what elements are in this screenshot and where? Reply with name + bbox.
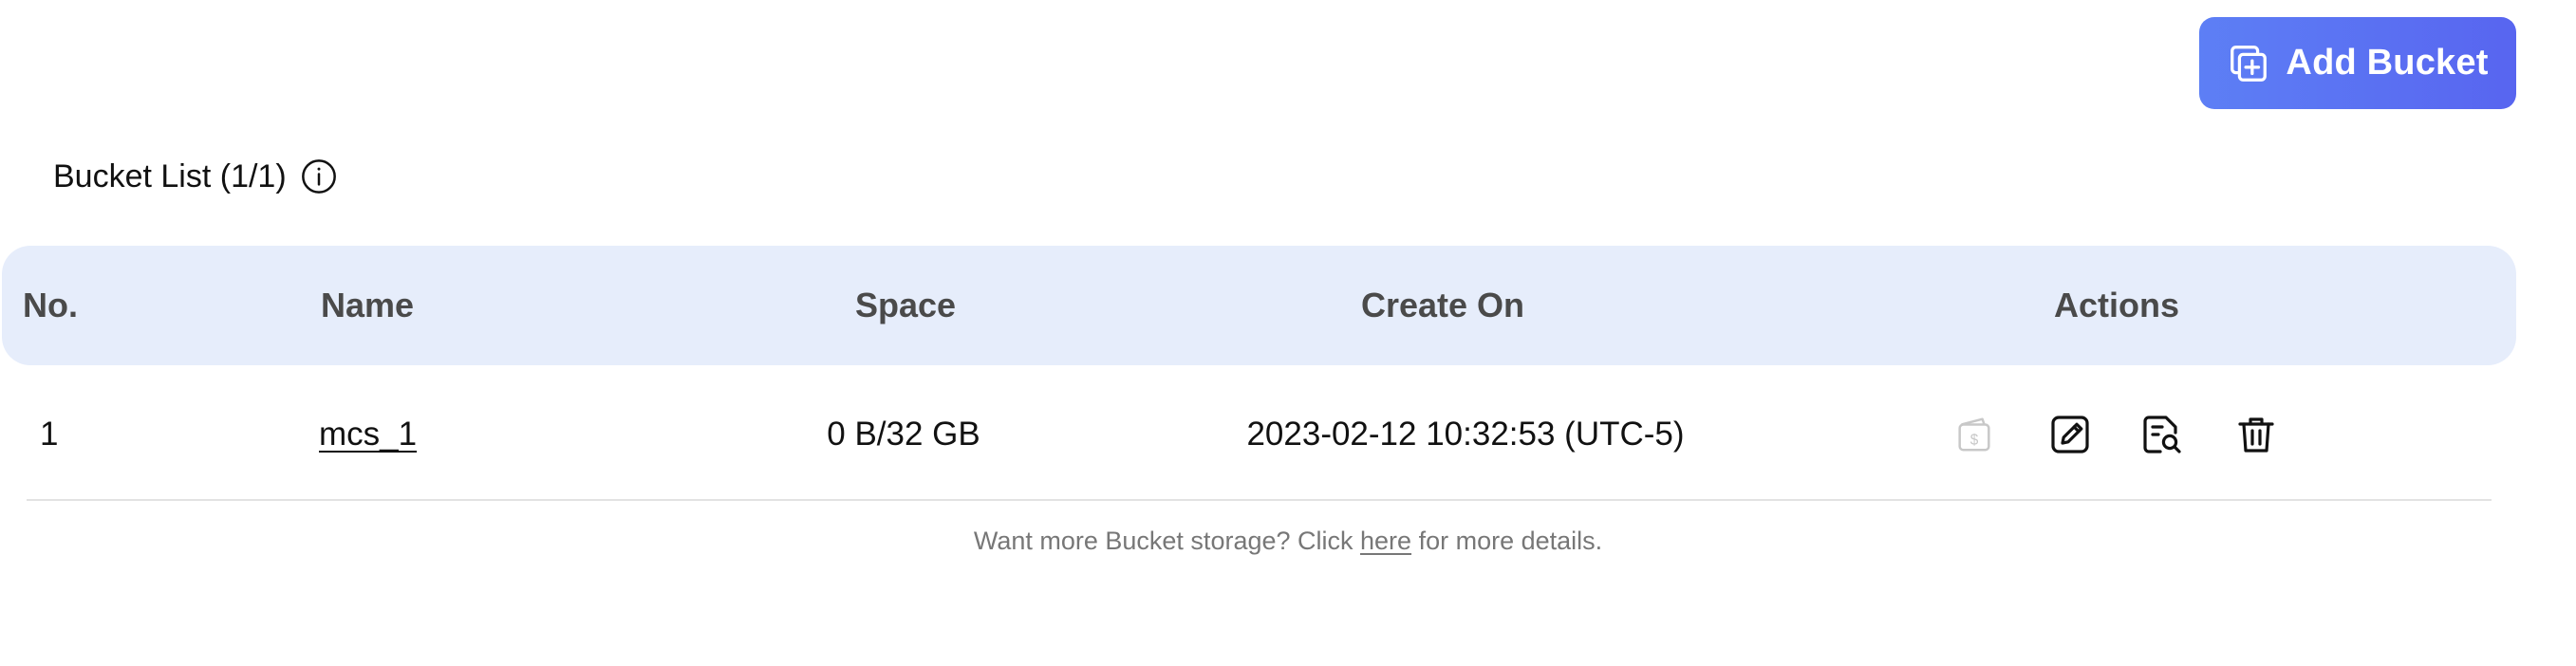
- bucket-space: 0 B/32 GB: [827, 416, 980, 453]
- footer-note-text-end: for more details.: [1411, 527, 1603, 555]
- delete-icon[interactable]: [2231, 409, 2282, 460]
- column-header-space: Space: [854, 286, 957, 324]
- column-header-name: Name: [321, 286, 415, 324]
- billing-icon: $: [1949, 409, 2000, 460]
- column-header-actions: Actions: [2053, 286, 2179, 324]
- footer-note: Want more Bucket storage? Click here for…: [0, 527, 2576, 556]
- file-search-icon[interactable]: [2137, 409, 2188, 460]
- bucket-list-title: Bucket List (1/1): [53, 157, 287, 194]
- bucket-list-page: Add Bucket Bucket List (1/1) No. Name Sp…: [0, 0, 2576, 666]
- table-row: 1 mcs_1 0 B/32 GB 2023-02-12 10:32:53 (U…: [27, 370, 2492, 501]
- section-header: Bucket List (1/1): [53, 157, 338, 195]
- table-header: No. Name Space Create On Actions: [2, 246, 2516, 365]
- footer-note-text: Want more Bucket storage? Click: [973, 527, 1361, 555]
- bucket-name-cell: mcs_1: [319, 370, 417, 499]
- column-header-no: No.: [23, 286, 78, 324]
- svg-text:$: $: [1970, 433, 1979, 449]
- add-bucket-label: Add Bucket: [2286, 43, 2489, 83]
- column-header-create-on: Create On: [1360, 286, 1525, 324]
- info-icon[interactable]: [300, 157, 338, 195]
- bucket-created-on: 2023-02-12 10:32:53 (UTC-5): [1246, 416, 1685, 453]
- details-link[interactable]: here: [1360, 527, 1411, 555]
- add-copy-icon: [2227, 42, 2270, 85]
- row-number: 1: [40, 416, 59, 453]
- add-bucket-button[interactable]: Add Bucket: [2199, 17, 2516, 109]
- bucket-name-link[interactable]: mcs_1: [319, 416, 417, 453]
- edit-icon[interactable]: [2044, 409, 2096, 460]
